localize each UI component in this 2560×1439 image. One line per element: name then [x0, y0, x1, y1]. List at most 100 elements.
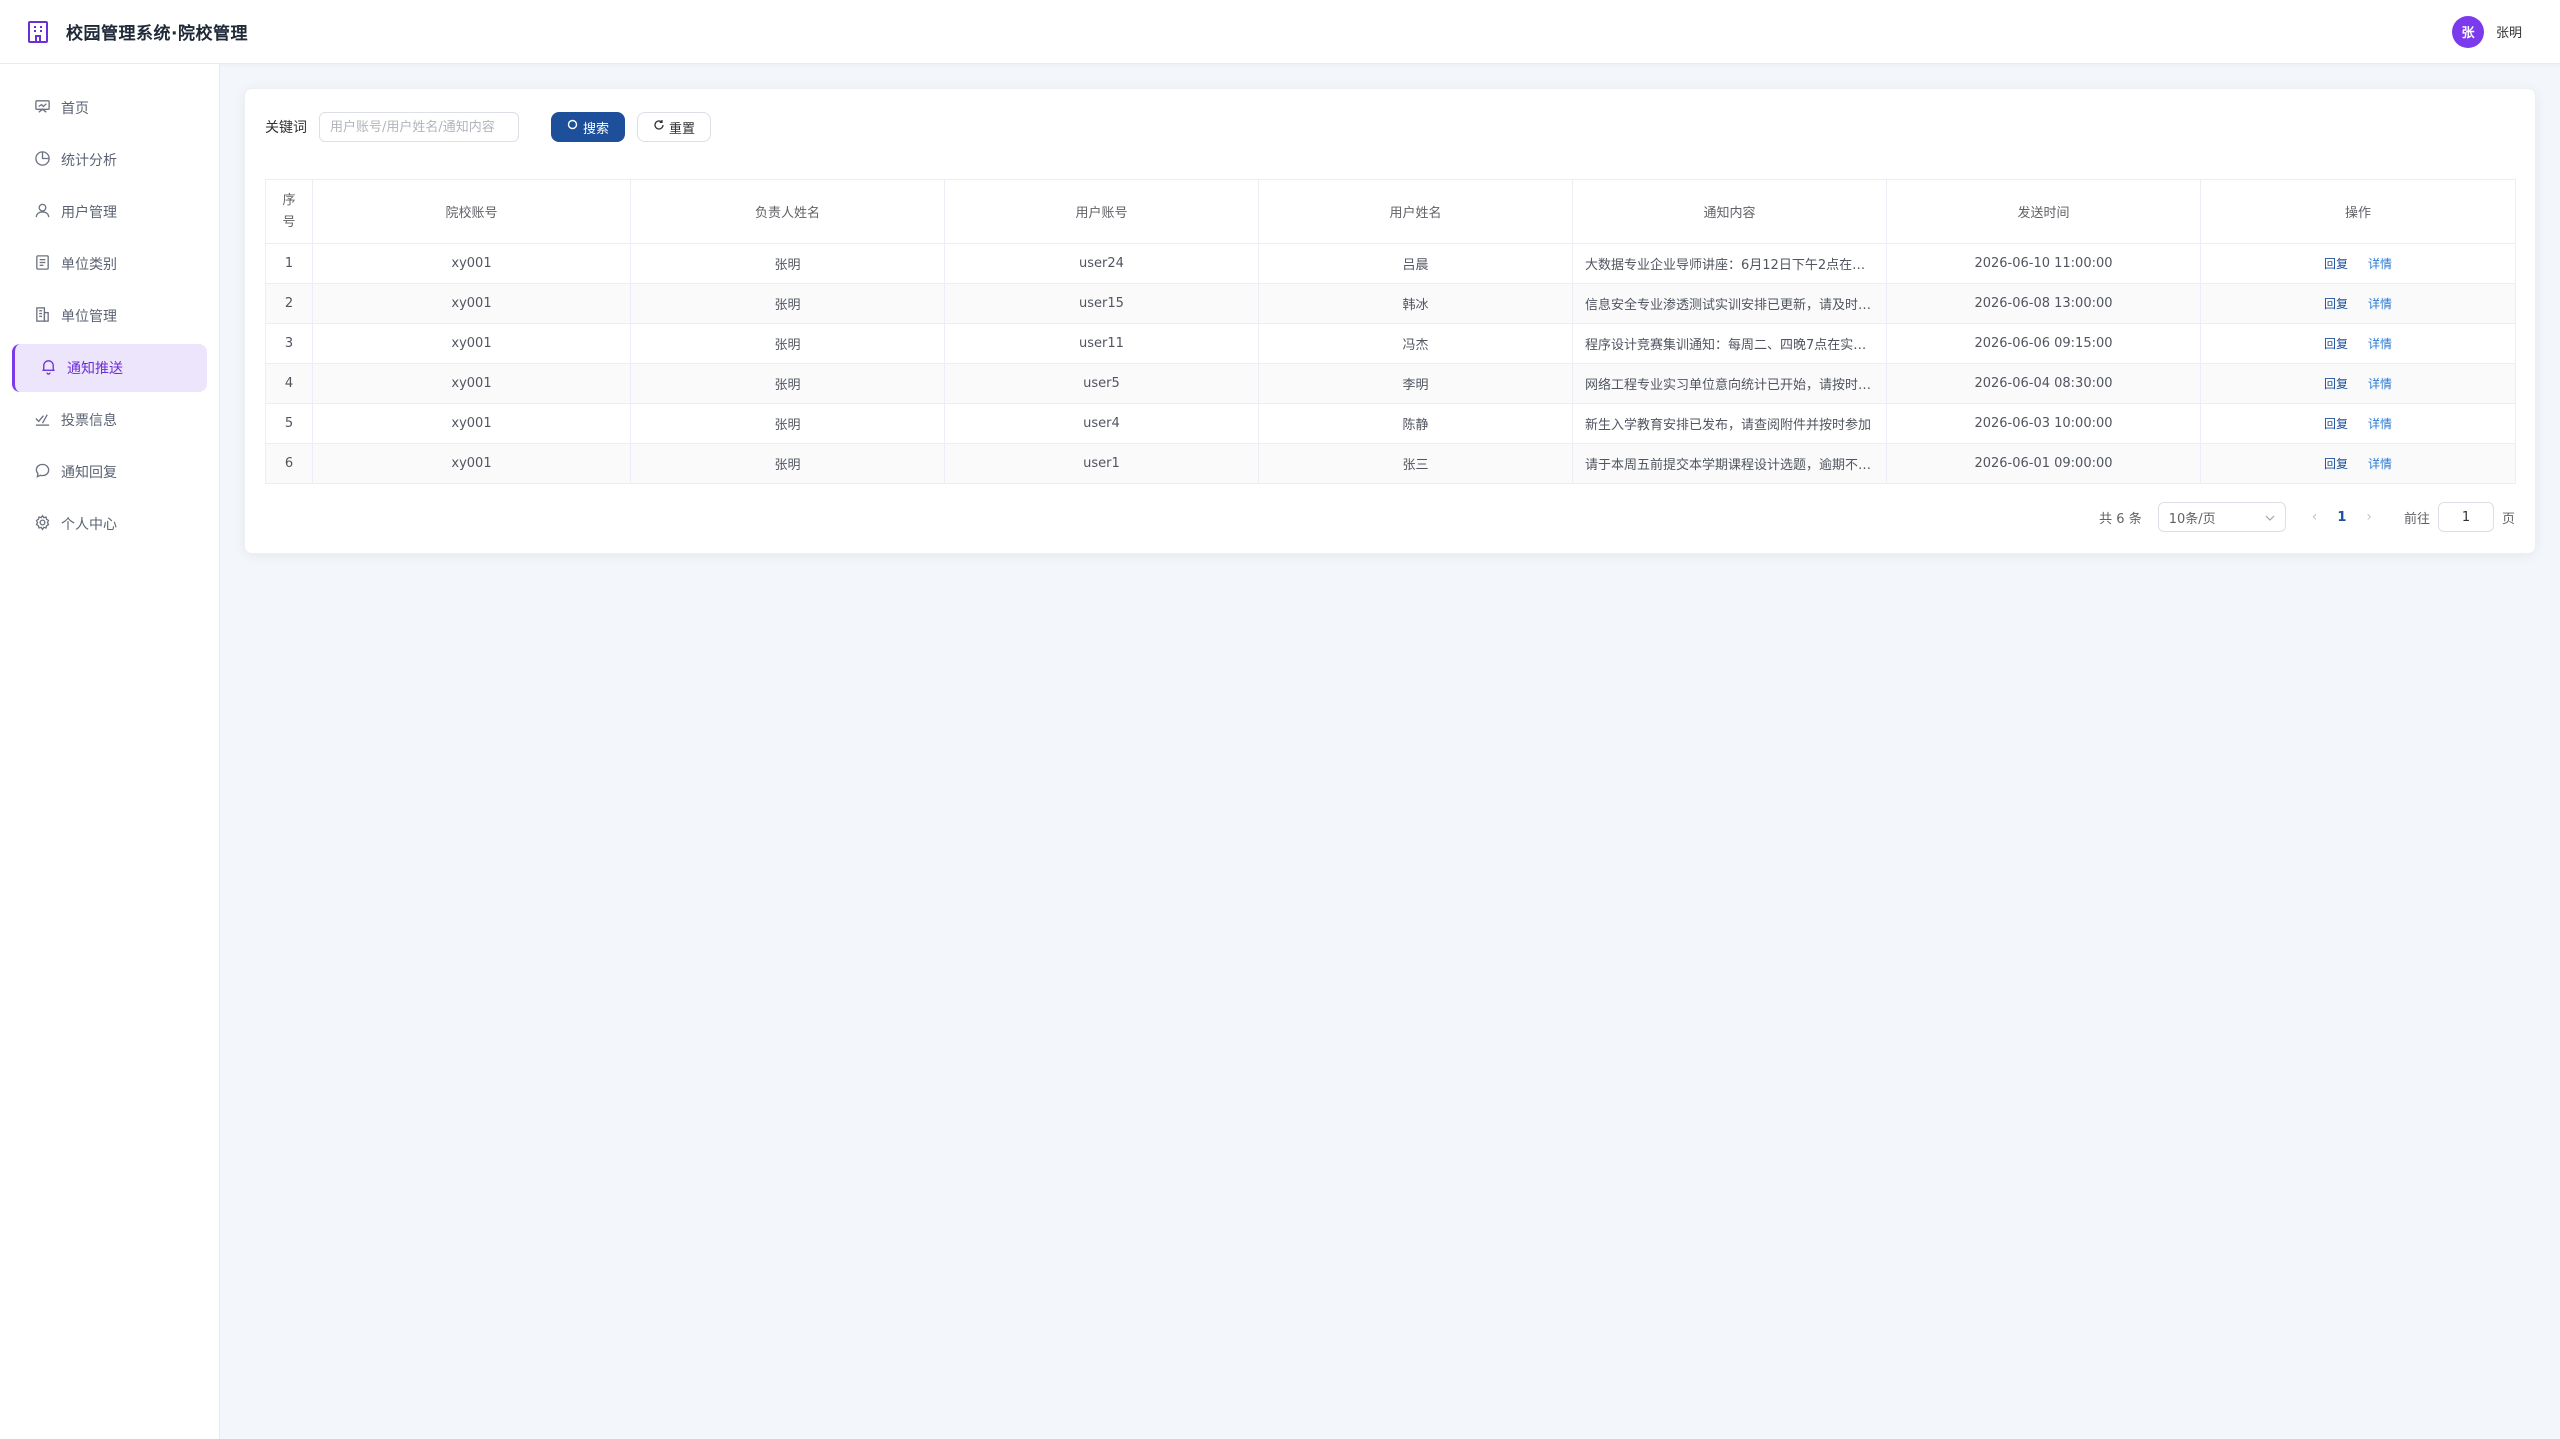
pagination: 共 6 条 10条/页 ‹ 1 › 前往 页: [2099, 501, 2515, 533]
cell-manager-name: 张明: [630, 243, 945, 284]
cell-user-account: user15: [944, 283, 1259, 324]
cell-send-time: 2026-06-10 11:00:00: [1886, 243, 2201, 284]
table-header-row: 序号 院校账号 负责人姓名 用户账号 用户姓名 通知内容 发送时间 操作: [265, 179, 2516, 244]
table-row: 3 xy001 张明 user11 冯杰 程序设计竞赛集训通知：每周二、四晚7点在实验楼集…: [265, 323, 2516, 364]
reply-link[interactable]: 回复: [2324, 297, 2348, 311]
notification-table: 序号 院校账号 负责人姓名 用户账号 用户姓名 通知内容 发送时间 操作 1 xy…: [265, 179, 2516, 484]
cell-user-account: user1: [944, 443, 1259, 484]
cell-school-account: xy001: [312, 283, 631, 324]
reset-button-label: 重置: [668, 121, 695, 137]
sidebar-item-label: 单位管理: [61, 309, 117, 325]
table-row: 6 xy001 张明 user1 张三 请于本周五前提交本学期课程设计选题，逾期不予受理 2…: [265, 443, 2516, 484]
user-name[interactable]: 张明: [2496, 22, 2522, 41]
table-row: 5 xy001 张明 user4 陈静 新生入学教育安排已发布，请查阅附件并按时参加 202…: [265, 403, 2516, 444]
building-icon: [34, 306, 51, 327]
column-header-manager-name: 负责人姓名: [630, 179, 945, 244]
cell-school-account: xy001: [312, 443, 631, 484]
avatar[interactable]: 张: [2451, 15, 2484, 48]
sidebar-item-users[interactable]: 用户管理: [12, 188, 207, 236]
cell-actions: 回复 详情: [2200, 443, 2516, 484]
sidebar-item-label: 投票信息: [61, 413, 117, 429]
cell-user-name: 韩冰: [1258, 283, 1573, 324]
cell-content: 新生入学教育安排已发布，请查阅附件并按时参加: [1572, 403, 1887, 444]
chevron-down-icon: [2265, 510, 2275, 525]
sidebar-item-label: 个人中心: [61, 517, 117, 533]
cell-actions: 回复 详情: [2200, 363, 2516, 404]
cell-actions: 回复 详情: [2200, 403, 2516, 444]
gear-icon: [34, 514, 51, 535]
cell-user-name: 李明: [1258, 363, 1573, 404]
cell-user-account: user4: [944, 403, 1259, 444]
sidebar-item-unit-category[interactable]: 单位类别: [12, 240, 207, 288]
main-card: 关键词 搜索 重置 序号 院校账号 负责人姓名: [244, 88, 2536, 554]
column-header-school-account: 院校账号: [312, 179, 631, 244]
reply-link[interactable]: 回复: [2324, 417, 2348, 431]
cell-actions: 回复 详情: [2200, 323, 2516, 364]
reply-link[interactable]: 回复: [2324, 457, 2348, 471]
cell-school-account: xy001: [312, 243, 631, 284]
cell-seq: 3: [265, 323, 313, 364]
page-number-current[interactable]: 1: [2337, 510, 2346, 525]
reply-link[interactable]: 回复: [2324, 257, 2348, 271]
cell-actions: 回复 详情: [2200, 243, 2516, 284]
detail-link[interactable]: 详情: [2368, 377, 2392, 391]
table-row: 1 xy001 张明 user24 吕晨 大数据专业企业导师讲座：6月12日下午2点在学术…: [265, 243, 2516, 284]
table-row: 4 xy001 张明 user5 李明 网络工程专业实习单位意向统计已开始，请按时填写 20…: [265, 363, 2516, 404]
goto-page-input[interactable]: [2437, 502, 2494, 532]
cell-send-time: 2026-06-08 13:00:00: [1886, 283, 2201, 324]
sidebar-item-vote-info[interactable]: 投票信息: [12, 396, 207, 444]
cell-seq: 2: [265, 283, 313, 324]
vote-icon: [34, 410, 51, 431]
total-count: 共 6 条: [2099, 511, 2142, 527]
cell-manager-name: 张明: [630, 283, 945, 324]
reply-link[interactable]: 回复: [2324, 337, 2348, 351]
top-header: 校园管理系统·院校管理 张 张明: [0, 0, 2560, 64]
page-size-select[interactable]: 10条/页: [2157, 502, 2286, 532]
detail-link[interactable]: 详情: [2368, 337, 2392, 351]
sidebar-item-profile[interactable]: 个人中心: [12, 500, 207, 548]
cell-content: 信息安全专业渗透测试实训安排已更新，请及时查看: [1572, 283, 1887, 324]
page-size-value: 10条/页: [2168, 511, 2216, 527]
column-header-actions: 操作: [2200, 179, 2516, 244]
cell-send-time: 2026-06-01 09:00:00: [1886, 443, 2201, 484]
user-menu[interactable]: 张 张明: [2451, 15, 2522, 48]
cell-send-time: 2026-06-03 10:00:00: [1886, 403, 2201, 444]
detail-link[interactable]: 详情: [2368, 417, 2392, 431]
sidebar-item-home[interactable]: 首页: [12, 84, 207, 132]
cell-school-account: xy001: [312, 363, 631, 404]
cell-manager-name: 张明: [630, 363, 945, 404]
user-icon: [34, 202, 51, 223]
detail-link[interactable]: 详情: [2368, 457, 2392, 471]
cell-seq: 5: [265, 403, 313, 444]
reset-button[interactable]: 重置: [637, 112, 711, 142]
search-button[interactable]: 搜索: [551, 112, 625, 142]
home-icon: [34, 98, 51, 119]
cell-manager-name: 张明: [630, 323, 945, 364]
sidebar-item-notification-reply[interactable]: 通知回复: [12, 448, 207, 496]
sidebar-item-notification-push[interactable]: 通知推送: [12, 344, 207, 392]
sidebar-item-statistics[interactable]: 统计分析: [12, 136, 207, 184]
cell-manager-name: 张明: [630, 403, 945, 444]
cell-seq: 6: [265, 443, 313, 484]
cell-user-account: user5: [944, 363, 1259, 404]
prev-page-icon[interactable]: ‹: [2312, 509, 2318, 525]
sidebar-item-label: 用户管理: [61, 205, 117, 221]
cell-content: 大数据专业企业导师讲座：6月12日下午2点在学术报告厅举行: [1572, 243, 1887, 284]
cell-seq: 1: [265, 243, 313, 284]
sidebar-item-unit-management[interactable]: 单位管理: [12, 292, 207, 340]
search-bar: 关键词 搜索 重置: [265, 111, 711, 143]
reply-link[interactable]: 回复: [2324, 377, 2348, 391]
next-page-icon[interactable]: ›: [2366, 509, 2372, 525]
document-icon: [34, 254, 51, 275]
sidebar-item-label: 通知推送: [67, 361, 123, 377]
detail-link[interactable]: 详情: [2368, 257, 2392, 271]
keyword-input[interactable]: [319, 112, 519, 142]
cell-school-account: xy001: [312, 403, 631, 444]
cell-content: 程序设计竞赛集训通知：每周二、四晚7点在实验楼集合: [1572, 323, 1887, 364]
bell-icon: [40, 358, 57, 379]
detail-link[interactable]: 详情: [2368, 297, 2392, 311]
column-header-user-name: 用户姓名: [1258, 179, 1573, 244]
cell-school-account: xy001: [312, 323, 631, 364]
cell-user-account: user24: [944, 243, 1259, 284]
cell-user-account: user11: [944, 323, 1259, 364]
